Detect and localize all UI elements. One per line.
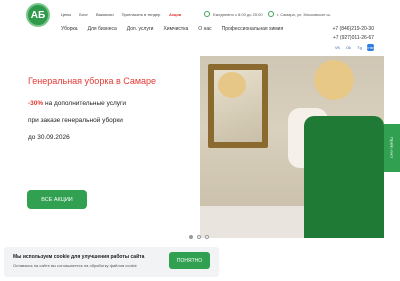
vk-icon[interactable]: VK bbox=[334, 44, 341, 51]
price-list-tab[interactable]: Прайс-лист bbox=[384, 124, 400, 172]
sink bbox=[200, 206, 310, 238]
cookie-text: Оставаясь на сайте вы соглашаетесь на об… bbox=[13, 263, 137, 268]
nav-link-tender[interactable]: Пригласить в тендер bbox=[122, 12, 161, 17]
hero-condition: при заказе генеральной уборки bbox=[28, 117, 123, 124]
reflection-head bbox=[218, 72, 246, 98]
slider-dot-3[interactable] bbox=[205, 235, 209, 239]
hero-title: Генеральная уборка в Самаре bbox=[28, 76, 157, 86]
slider-dot-2[interactable] bbox=[197, 235, 201, 239]
working-hours: Ежедневно с 8:00 до 20:00 bbox=[204, 11, 263, 17]
phone-1[interactable]: +7 (846)219-20-30 bbox=[332, 25, 374, 34]
hero-offer: -30% на дополнительные услуги bbox=[28, 100, 126, 107]
main-nav: Уборка Для бизнеса Доп. услуги Химчистка… bbox=[61, 26, 283, 32]
ok-icon[interactable]: Ok bbox=[345, 44, 352, 51]
cleaner-apron bbox=[304, 116, 384, 238]
clock-icon bbox=[204, 11, 210, 17]
location-icon bbox=[268, 11, 274, 17]
slider-dots bbox=[189, 235, 209, 239]
top-nav: Цены Блог Вакансии Пригласить в тендер bbox=[61, 12, 160, 17]
nav-link-blog[interactable]: Блог bbox=[79, 12, 88, 17]
hours-text: Ежедневно с 8:00 до 20:00 bbox=[213, 11, 263, 17]
cookie-accept-button[interactable]: ПОНЯТНО bbox=[169, 252, 210, 269]
hero-image bbox=[200, 56, 384, 238]
cookie-banner: Мы используем cookie для улучшения работ… bbox=[4, 247, 219, 277]
nav-link-prices[interactable]: Цены bbox=[61, 12, 71, 17]
nav-link-vacancies[interactable]: Вакансии bbox=[96, 12, 114, 17]
menu-item-chemistry[interactable]: Профессиональная химия bbox=[222, 26, 284, 32]
promo-link[interactable]: Акции bbox=[169, 12, 181, 17]
page: АБ Цены Блог Вакансии Пригласить в тенде… bbox=[0, 0, 400, 281]
menu-item-business[interactable]: Для бизнеса bbox=[88, 26, 117, 32]
offer-text: на дополнительные услуги bbox=[43, 100, 127, 107]
phone-2[interactable]: +7 (927)011-26-67 bbox=[332, 34, 374, 43]
menu-item-cleaning[interactable]: Уборка bbox=[61, 26, 78, 32]
all-offers-button[interactable]: ВСЕ АКЦИИ bbox=[27, 190, 87, 209]
address: г. Самара, ул. Московское ш. bbox=[268, 11, 331, 17]
slider-dot-1[interactable] bbox=[189, 235, 193, 239]
discount-value: -30% bbox=[28, 100, 44, 107]
address-text: г. Самара, ул. Московское ш. bbox=[277, 11, 331, 17]
hero-deadline: до 30.09.2026 bbox=[28, 134, 70, 141]
phones: +7 (846)219-20-30 +7 (927)011-26-67 bbox=[332, 25, 374, 43]
menu-item-extra[interactable]: Доп. услуги bbox=[127, 26, 154, 32]
social-links: VK Ok Tg Inst bbox=[334, 44, 374, 51]
menu-item-about[interactable]: О нас bbox=[198, 26, 211, 32]
cookie-title: Мы используем cookie для улучшения работ… bbox=[13, 254, 145, 260]
telegram-icon[interactable]: Tg bbox=[356, 44, 363, 51]
cleaner-head bbox=[314, 60, 354, 100]
menu-item-drycleaning[interactable]: Химчистка bbox=[163, 26, 188, 32]
instagram-icon[interactable]: Inst bbox=[367, 44, 374, 51]
logo[interactable]: АБ bbox=[26, 3, 50, 27]
